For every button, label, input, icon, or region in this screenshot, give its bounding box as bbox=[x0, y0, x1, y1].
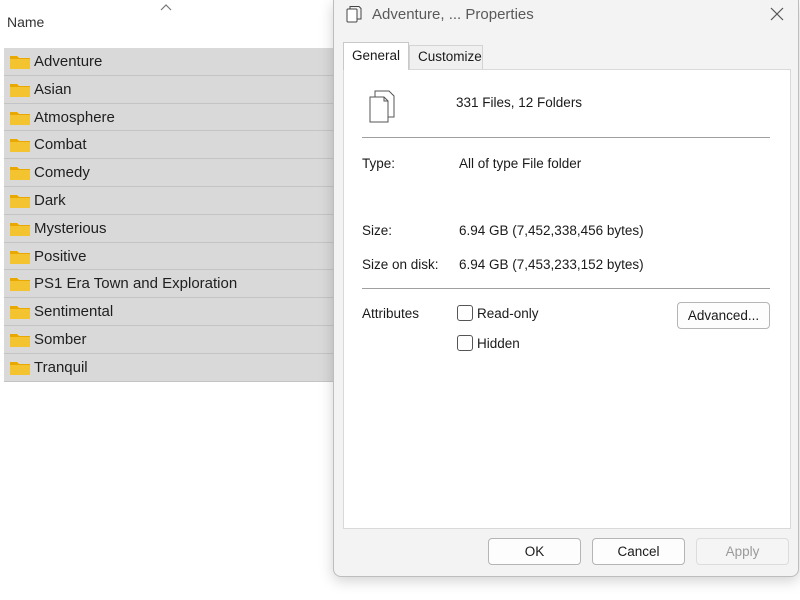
dialog-titlebar[interactable]: Adventure, ... Properties bbox=[334, 0, 798, 30]
folder-name: Asian bbox=[34, 80, 72, 98]
attributes-label: Attributes bbox=[362, 306, 420, 321]
hidden-checkbox[interactable]: Hidden bbox=[457, 335, 520, 351]
folder-icon bbox=[10, 222, 30, 236]
list-item[interactable]: PS1 Era Town and Exploration bbox=[4, 270, 340, 299]
size-on-disk-value: 6.94 GB (7,453,233,152 bytes) bbox=[459, 257, 644, 272]
folder-list: Adventure Asian Atmosphere Combat Comedy Dark… bbox=[4, 48, 340, 382]
folder-icon bbox=[10, 333, 30, 347]
list-item[interactable]: Comedy bbox=[4, 159, 340, 187]
type-label: Type: bbox=[362, 156, 396, 171]
folder-name: Combat bbox=[34, 136, 87, 154]
file-explorer: Name Adventure Asian Atmosphere Combat Comed… bbox=[0, 0, 340, 600]
list-item[interactable]: Atmosphere bbox=[4, 103, 340, 132]
list-item[interactable]: Mysterious bbox=[4, 214, 340, 243]
folder-name: Mysterious bbox=[34, 219, 107, 237]
folder-icon bbox=[10, 56, 30, 69]
type-value: All of type File folder bbox=[459, 156, 582, 171]
list-item[interactable]: Adventure bbox=[4, 48, 340, 76]
size-on-disk-label: Size on disk: bbox=[362, 257, 439, 272]
column-header[interactable]: Name bbox=[0, 0, 340, 44]
folder-name: Somber bbox=[34, 330, 87, 348]
folder-name: PS1 Era Town and Exploration bbox=[34, 275, 238, 293]
general-panel: 331 Files, 12 Folders Type: All of type … bbox=[343, 69, 791, 529]
folder-name: Atmosphere bbox=[34, 108, 115, 126]
list-item[interactable]: Sentimental bbox=[4, 298, 340, 326]
hidden-checkbox-box[interactable] bbox=[457, 335, 473, 351]
folder-icon bbox=[10, 111, 30, 125]
multiple-files-icon bbox=[369, 90, 395, 123]
divider bbox=[362, 137, 770, 138]
size-value: 6.94 GB (7,452,338,456 bytes) bbox=[459, 223, 644, 238]
folder-icon bbox=[10, 278, 30, 292]
list-item[interactable]: Positive bbox=[4, 242, 340, 271]
list-item[interactable]: Dark bbox=[4, 186, 340, 215]
list-item[interactable]: Asian bbox=[4, 75, 340, 104]
folder-icon bbox=[10, 139, 30, 153]
divider bbox=[362, 288, 770, 289]
sort-ascending-icon bbox=[160, 4, 172, 11]
close-icon bbox=[770, 7, 784, 21]
folder-name: Tranquil bbox=[34, 358, 88, 376]
dialog-title: Adventure, ... Properties bbox=[372, 6, 534, 23]
folder-icon bbox=[10, 250, 30, 264]
name-column-label[interactable]: Name bbox=[7, 14, 44, 30]
folder-icon bbox=[10, 306, 30, 320]
apply-button[interactable]: Apply bbox=[696, 538, 789, 565]
cancel-button[interactable]: Cancel bbox=[592, 538, 685, 565]
list-item[interactable]: Somber bbox=[4, 325, 340, 354]
file-count-summary: 331 Files, 12 Folders bbox=[456, 95, 583, 110]
folder-icon bbox=[10, 194, 30, 208]
list-item[interactable]: Combat bbox=[4, 131, 340, 160]
list-item[interactable]: Tranquil bbox=[4, 353, 340, 382]
ok-button[interactable]: OK bbox=[488, 538, 581, 565]
folder-icon bbox=[10, 361, 30, 375]
hidden-label[interactable]: Hidden bbox=[477, 336, 520, 351]
size-label: Size: bbox=[362, 223, 393, 238]
readonly-label[interactable]: Read-only bbox=[477, 306, 539, 321]
multiple-files-icon bbox=[346, 6, 362, 23]
advanced-button[interactable]: Advanced... bbox=[677, 302, 770, 329]
folder-name: Comedy bbox=[34, 164, 90, 182]
readonly-checkbox-box[interactable] bbox=[457, 305, 473, 321]
folder-icon bbox=[10, 83, 30, 97]
folder-icon bbox=[10, 167, 30, 181]
folder-name: Sentimental bbox=[34, 303, 114, 321]
folder-name: Positive bbox=[34, 247, 87, 265]
tab-customize[interactable]: Customize bbox=[409, 45, 483, 69]
folder-name: Adventure bbox=[34, 53, 103, 70]
readonly-checkbox[interactable]: Read-only bbox=[457, 305, 539, 321]
folder-name: Dark bbox=[34, 191, 66, 209]
tab-general[interactable]: General bbox=[343, 42, 409, 70]
properties-dialog: Adventure, ... Properties General Custom… bbox=[333, 0, 799, 577]
close-button[interactable] bbox=[764, 2, 790, 26]
